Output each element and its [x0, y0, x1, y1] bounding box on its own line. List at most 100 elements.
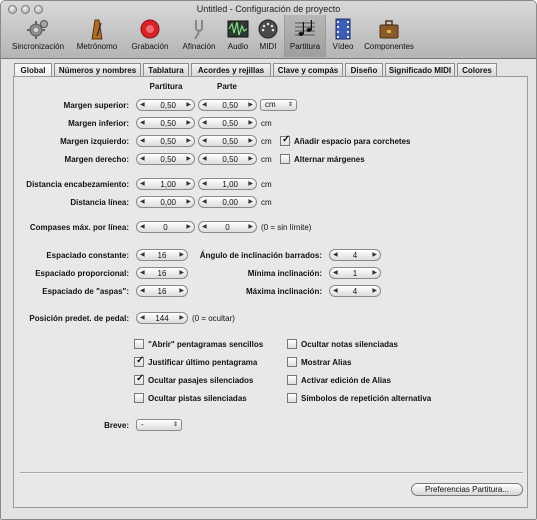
audio-waveform-icon [227, 20, 249, 38]
record-icon [140, 19, 160, 39]
unit-label: cm [261, 198, 272, 207]
max-bars-label: Compases máx. por línea: [29, 223, 129, 232]
toolbar-componentes[interactable]: Componentes [359, 17, 419, 57]
max-bars-part-stepper[interactable]: ◀ 0 ▶ [198, 221, 257, 233]
margin-top-label: Margen superior: [63, 101, 129, 110]
toolbar-sincronizacion[interactable]: Sincronización [7, 17, 69, 57]
tab-diseno[interactable]: Diseño [345, 63, 383, 77]
toolbar-metronomo[interactable]: Metrónomo [71, 17, 123, 57]
alternate-repeat-symbols-checkbox[interactable] [287, 393, 297, 403]
hide-muted-passages-label: Ocultar pasajes silenciados [148, 376, 254, 385]
title-bar: Untitled - Configuración de proyecto Sin… [1, 1, 536, 59]
header-distance-part-stepper[interactable]: ◀ 1,00 ▶ [198, 178, 257, 190]
tab-significado-midi[interactable]: Significado MIDI [385, 63, 455, 77]
max-slope-label: Máxima inclinación: [245, 287, 322, 296]
margin-bottom-part-stepper[interactable]: ◀ 0,50 ▶ [198, 117, 257, 129]
enable-alias-editing-label: Activar edición de Alias [301, 376, 391, 385]
metronome-icon [91, 19, 103, 40]
toolbar-audio[interactable]: Audio [223, 17, 253, 57]
justify-last-staff-checkbox[interactable]: ✓ [134, 355, 144, 367]
margin-right-label: Margen derecho: [64, 155, 129, 164]
aspas-spacing-stepper[interactable]: ◀ 16 ▶ [136, 285, 188, 297]
hide-muted-tracks-label: Ocultar pistas silenciadas [148, 394, 247, 403]
margin-bottom-label: Margen inferior: [68, 119, 129, 128]
min-slope-label: Mínima inclinación: [247, 269, 322, 278]
max-slope-stepper[interactable]: ◀ 4 ▶ [329, 285, 381, 297]
margin-bottom-score-stepper[interactable]: ◀ 0,50 ▶ [136, 117, 195, 129]
footer-divider [20, 472, 523, 474]
show-alias-label: Mostrar Alias [301, 358, 352, 367]
tab-colores[interactable]: Colores [457, 63, 497, 77]
line-distance-part-stepper[interactable]: ◀ 0,00 ▶ [198, 196, 257, 208]
tab-acordes-y-rejillas[interactable]: Acordes y rejillas [191, 63, 271, 77]
breve-label: Breve: [104, 421, 129, 430]
unit-label: cm [261, 137, 272, 146]
unit-popup[interactable]: cm ⇕ [260, 99, 297, 111]
unit-label: cm [261, 180, 272, 189]
aspas-spacing-label: Espaciado de "aspas": [42, 287, 129, 296]
alternate-repeat-symbols-label: Símbolos de repetición alternativa [301, 394, 432, 403]
unit-label: cm [261, 155, 272, 164]
open-single-staves-checkbox[interactable] [134, 339, 144, 349]
margin-left-score-stepper[interactable]: ◀ 0,50 ▶ [136, 135, 195, 147]
window-title: Untitled - Configuración de proyecto [196, 4, 341, 14]
toolbar-partitura[interactable]: Partitura [284, 15, 326, 57]
tuning-fork-icon [194, 20, 203, 40]
justify-last-staff-label: Justificar último pentagrama [148, 358, 258, 367]
max-bars-score-stepper[interactable]: ◀ 0 ▶ [136, 221, 195, 233]
header-distance-label: Distancia encabezamiento: [26, 180, 129, 189]
updown-arrows-icon: ⇕ [287, 102, 293, 108]
add-bracket-space-label: Añadir espacio para corchetes [294, 137, 411, 146]
gear-icon [27, 20, 48, 39]
film-strip-icon [335, 18, 351, 40]
min-slope-stepper[interactable]: ◀ 1 ▶ [329, 267, 381, 279]
line-distance-score-stepper[interactable]: ◀ 0,00 ▶ [136, 196, 195, 208]
beam-angle-label: Ángulo de inclinación barrados: [199, 251, 322, 260]
alternate-margins-checkbox[interactable] [280, 154, 290, 164]
pedal-position-stepper[interactable]: ◀ 144 ▶ [136, 312, 188, 324]
global-settings-panel: Partitura Parte Margen superior: ◀ 0,50 ▶ … [13, 76, 528, 508]
unit-label: cm [261, 119, 272, 128]
add-bracket-space-checkbox[interactable]: ✓ [280, 134, 290, 146]
hide-muted-notes-label: Ocultar notas silenciadas [301, 340, 398, 349]
toolbar-video[interactable]: Vídeo [329, 17, 357, 57]
midi-connector-icon [258, 19, 278, 39]
margin-right-score-stepper[interactable]: ◀ 0,50 ▶ [136, 153, 195, 165]
margin-left-label: Margen izquierdo: [60, 137, 129, 146]
score-preferences-button[interactable]: Preferencias Partitura... [411, 483, 523, 496]
line-distance-label: Distancia línea: [70, 198, 129, 207]
max-bars-hint: (0 = sin límite) [261, 223, 312, 232]
alternate-margins-label: Alternar márgenes [294, 155, 365, 164]
pedal-position-hint: (0 = ocultar) [192, 314, 235, 323]
constant-spacing-label: Espaciado constante: [46, 251, 129, 260]
proportional-spacing-label: Espaciado proporcional: [35, 269, 129, 278]
beam-angle-stepper[interactable]: ◀ 4 ▶ [329, 249, 381, 261]
breve-popup[interactable]: - ⇕ [136, 419, 182, 431]
tab-tablatura[interactable]: Tablatura [143, 63, 189, 77]
column-header-parte: Parte [216, 82, 237, 91]
open-single-staves-label: "Abrir" pentagramas sencillos [148, 340, 264, 349]
hide-muted-tracks-checkbox[interactable] [134, 393, 144, 403]
margin-right-part-stepper[interactable]: ◀ 0,50 ▶ [198, 153, 257, 165]
constant-spacing-stepper[interactable]: ◀ 16 ▶ [136, 249, 188, 261]
updown-arrows-icon: ⇕ [172, 422, 178, 428]
tab-numeros-y-nombres[interactable]: Números y nombres [54, 63, 141, 77]
proportional-spacing-stepper[interactable]: ◀ 16 ▶ [136, 267, 188, 279]
toolbar-midi[interactable]: MIDI [255, 17, 281, 57]
margin-top-part-stepper[interactable]: ◀ 0,50 ▶ [198, 99, 257, 111]
margin-left-part-stepper[interactable]: ◀ 0,50 ▶ [198, 135, 257, 147]
pedal-position-label: Posición predet. de pedal: [29, 314, 129, 323]
column-header-partitura: Partitura [149, 82, 183, 91]
header-distance-score-stepper[interactable]: ◀ 1,00 ▶ [136, 178, 195, 190]
enable-alias-editing-checkbox[interactable] [287, 375, 297, 385]
hide-muted-passages-checkbox[interactable]: ✓ [134, 373, 144, 385]
tab-clave-y-compas[interactable]: Clave y compás [273, 63, 343, 77]
show-alias-checkbox[interactable] [287, 357, 297, 367]
project-settings-window: Untitled - Configuración de proyecto Sin… [0, 0, 537, 520]
hide-muted-notes-checkbox[interactable] [287, 339, 297, 349]
margin-top-score-stepper[interactable]: ◀ 0,50 ▶ [136, 99, 195, 111]
toolbar-grabacion[interactable]: Grabación [127, 17, 173, 57]
score-notes-icon [295, 20, 315, 36]
briefcase-icon [379, 20, 399, 39]
toolbar-afinacion[interactable]: Afinación [177, 17, 221, 57]
